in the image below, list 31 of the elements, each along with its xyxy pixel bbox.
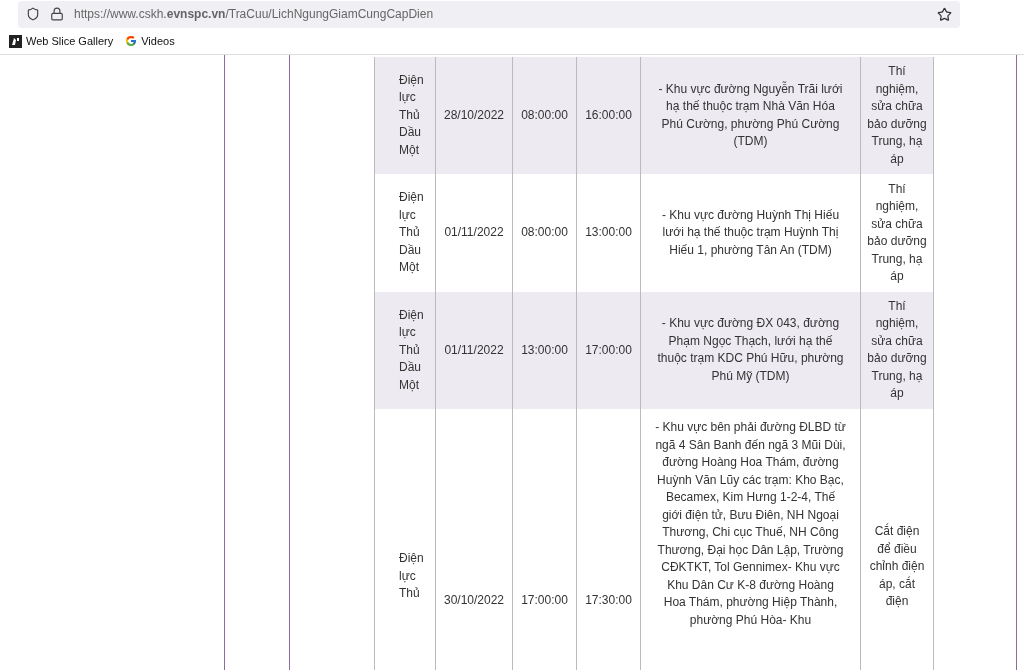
area-description-cell-text: - Khu vực đường Huỳnh Thị Hiếu lưới hạ thế thuộc trạm Huỳnh Thị Hiếu 1, phường Tân An (TDM) (660, 206, 841, 259)
reason-cell-text: Cắt điện để điều chỉnh điện áp, cắt điện (868, 523, 926, 611)
unit-cell-text: Điện lực Thủ Dầu Một (398, 71, 425, 159)
unit-cell-text: Điện lực Thủ Dầu Một (398, 189, 425, 277)
reason-cell-text: Thí nghiệm, sửa chữa bảo dưỡng Trung, hạ áp (866, 180, 928, 286)
area-description-cell-text: - Khu vực bên phải đường ĐLBD từ ngã 4 Sân Banh đến ngã 3 Mũi Dùi, đường Hoàng Hoa Thám, đường Huỳnh Văn Lũy các trạm: Kho Bạc, Becamex, Kim Hưng 1-2-4, Thế giới điện tử, Bưu Điên, NH Ngoại Thương, Chi cục Thuế, NH Công Thương, Đại học Dân Lập, Trường CĐKTKT, Tol Gennimex- Khu vực Khu Dân Cư K-8 đường Hoàng Hoa Thám, phường Hiệp Thành, phường Phú Hòa- Khu (654, 419, 847, 629)
date-cell-text: 01/11/2022 (443, 341, 505, 359)
reason-cell-text: Thí nghiệm, sửa chữa bảo dưỡng Trung, hạ áp (866, 297, 928, 403)
date-cell-text: 01/11/2022 (443, 224, 505, 242)
bookmark-link[interactable]: Web Slice Gallery (26, 32, 114, 50)
area-description-cell-text: - Khu vực đường Nguyễn Trãi lưới hạ thế thuộc trạm Nhà Văn Hóa Phú Cường, phường Phú Cường (TDM) (657, 80, 844, 151)
end-time-cell-text: 17:00:00 (584, 341, 633, 359)
area-description-cell-text: - Khu vực đường ĐX 043, đường Phạm Ngọc Thạch, lưới hạ thế thuộc trạm KDC Phú Hữu, phường Phú Mỹ (TDM) (656, 315, 845, 385)
end-time-cell-text: 17:30:00 (584, 592, 633, 610)
end-time-cell-text: 16:00:00 (584, 106, 633, 124)
shield-icon (26, 7, 40, 21)
unit-cell-text: Điện lực Thủ (398, 550, 425, 603)
google-icon (125, 35, 138, 47)
start-time-cell-text: 08:00:00 (520, 106, 569, 124)
start-time-cell-text: 13:00:00 (520, 341, 569, 359)
bookmark-link[interactable]: Videos (141, 32, 175, 50)
lock-icon (50, 7, 64, 21)
unit-cell-text: Điện lực Thủ Dầu Một (398, 306, 425, 394)
bookmark-star-icon[interactable] (937, 6, 952, 22)
start-time-cell-text: 17:00:00 (520, 592, 569, 610)
slice-icon (9, 34, 22, 48)
start-time-cell-text: 08:00:00 (520, 224, 569, 242)
end-time-cell-text: 13:00:00 (584, 224, 633, 242)
reason-cell-text: Thí nghiệm, sửa chữa bảo dưỡng Trung, hạ áp (866, 63, 928, 168)
date-cell-text: 28/10/2022 (442, 106, 506, 124)
date-cell-text: 30/10/2022 (442, 592, 506, 610)
